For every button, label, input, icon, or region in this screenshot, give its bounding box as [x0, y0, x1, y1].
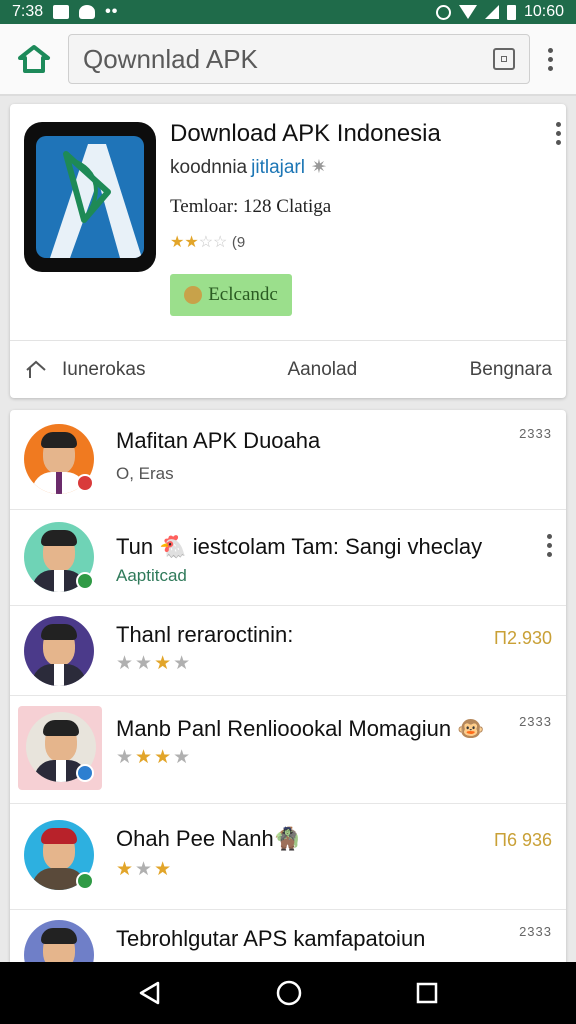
home-button[interactable] [14, 39, 54, 79]
list-item[interactable]: Tun 🐔 iestcolam Tam: Sangi vheclay Aapti… [10, 510, 566, 606]
tab-back-button[interactable] [10, 360, 62, 380]
app-developer: koodnnia jitlajarl ✷ [170, 156, 327, 179]
status-bar: 7:38 •• 10:60 [0, 0, 576, 24]
item-title: Tun 🐔 iestcolam Tam: Sangi vheclay [116, 534, 483, 559]
app-logo [24, 122, 156, 272]
recents-icon[interactable] [415, 981, 439, 1005]
list-item[interactable]: Ohah Pee Nanh🧌 ★★★ Π6 936 [10, 804, 566, 910]
browser-toolbar: Qownnlad APK [0, 24, 576, 96]
list-item[interactable]: Thanl reraroctinin: ★★★★ П2.930 [10, 606, 566, 696]
rating-stars: ★★★★ [116, 653, 193, 674]
item-overflow-icon[interactable] [547, 534, 552, 557]
download-count: Temloar: 128 Clatiga [170, 196, 332, 217]
sparkle-icon: ✷ [310, 157, 327, 178]
item-meta: 2333 [519, 714, 552, 729]
star-empty-icon: ☆☆ [198, 234, 228, 251]
nav-home-icon[interactable] [276, 980, 302, 1006]
overflow-menu-icon[interactable] [540, 47, 560, 71]
rating-stars: ★★★★ [116, 747, 193, 768]
home-outline-icon [26, 360, 46, 378]
list-item[interactable]: Tebrohlgutar APS kamfapatoiun 2333 [10, 910, 566, 970]
more-notifications-icon: •• [105, 3, 119, 20]
list-item[interactable]: Mafitan APK Duoaha O, Eras 2333 [10, 410, 566, 510]
item-title: Thanl reraroctinin: [116, 622, 294, 647]
shield-icon [79, 5, 96, 19]
item-title: Ohah Pee Nanh🧌 [116, 826, 302, 851]
install-label: Eclcandc [208, 284, 278, 305]
wifi-icon [458, 5, 477, 19]
verified-badge-icon [76, 764, 94, 782]
item-subtitle: O, Eras [116, 464, 174, 483]
rating-stars: ★★★ [116, 859, 174, 880]
item-title: Manb Panl Renlioookal Momagiun 🐵 [116, 716, 485, 741]
item-meta: 2333 [519, 924, 552, 939]
developer-name: koodnnia [170, 157, 248, 178]
item-title: Mafitan APK Duoaha [116, 428, 321, 453]
battery-icon [506, 4, 516, 20]
item-title: Tebrohlgutar APS kamfapatoiun [116, 926, 426, 951]
signal-icon [484, 5, 499, 19]
avatar [24, 616, 94, 686]
status-clock: 10:60 [523, 3, 564, 20]
item-meta: 2333 [519, 426, 552, 441]
app-details-card: Download APK Indonesia koodnnia jitlajarl… [10, 104, 566, 398]
card-overflow-icon[interactable] [548, 122, 568, 145]
rating-count: (9 [231, 234, 246, 251]
tab-download[interactable]: Aanolad [246, 359, 399, 381]
verified-badge-icon [76, 872, 94, 890]
verified-badge-icon [76, 474, 94, 492]
back-icon[interactable] [137, 980, 163, 1006]
system-nav-bar [0, 962, 576, 1024]
tab-switcher-icon[interactable] [493, 48, 515, 70]
list-item[interactable]: Manb Panl Renlioookal Momagiun 🐵 ★★★★ 23… [10, 696, 566, 804]
install-badge-icon [184, 286, 203, 304]
item-price: Π6 936 [493, 830, 552, 850]
developer-link[interactable]: jitlajarl [251, 157, 305, 178]
url-field[interactable]: Qownnlad APK [68, 34, 530, 84]
tab-related[interactable]: Bengnara [399, 359, 566, 381]
install-button[interactable]: Eclcandc [170, 274, 292, 316]
verified-badge-icon [76, 572, 94, 590]
app-rating: ★★☆☆ (9 [170, 232, 245, 252]
status-time: 7:38 [12, 3, 44, 20]
item-subtitle: Aaptitcad [116, 566, 187, 585]
notification-icon [53, 5, 70, 19]
alarm-icon [435, 4, 451, 20]
app-list: Mafitan APK Duoaha O, Eras 2333 Tun 🐔 ie… [10, 410, 566, 970]
star-icon: ★★ [170, 234, 199, 251]
home-icon [18, 45, 50, 73]
app-title: Download APK Indonesia [170, 120, 441, 147]
item-price: П2.930 [494, 628, 552, 648]
url-text: Qownnlad APK [83, 43, 258, 74]
tab-overview[interactable]: Iunerokas [62, 359, 246, 381]
app-tabs: Iunerokas Aanolad Bengnara [10, 341, 566, 398]
